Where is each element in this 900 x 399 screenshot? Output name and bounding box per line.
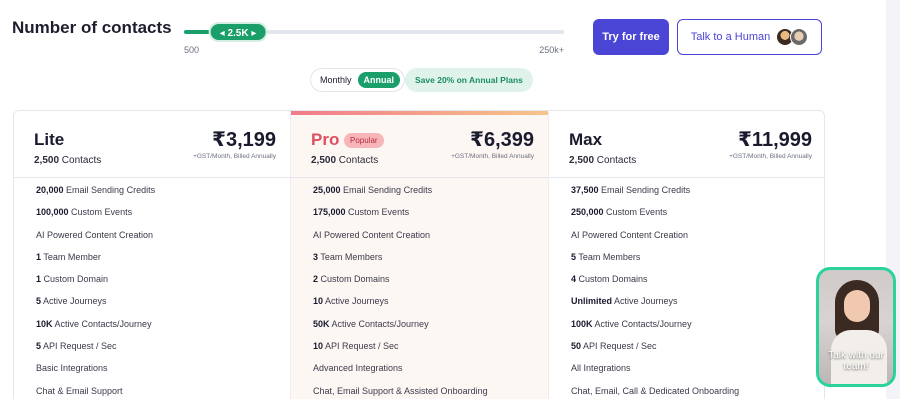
feature-item: 4 Custom Domains [571,274,648,285]
plan-price: ₹11,999 [738,129,812,151]
feature-item: 175,000 Custom Events [313,207,410,218]
feature-item: 20,000 Email Sending Credits [36,185,156,195]
feature-item: 10 Active Journeys [313,296,389,307]
plan-header: Max ₹11,999 2,500 Contacts +GST/Month, B… [549,111,824,178]
plan-name: Pro [311,130,340,149]
feature-item: Basic Integrations [36,363,108,374]
feature-list: 37,500 Email Sending Credits 250,000 Cust… [571,184,739,399]
feature-item: 3 Team Members [313,251,383,262]
feature-item: 10K Active Contacts/Journey [36,318,152,329]
video-label: Talk with our team! [828,350,884,372]
slider-min-label: 500 [184,45,200,55]
billing-toggle[interactable]: Monthly Annual [310,68,406,92]
feature-item: AI Powered Content Creation [36,229,154,240]
plan-price: ₹3,199 [212,129,276,151]
save-badge: Save 20% on Annual Plans [405,68,533,92]
feature-item: 1 Custom Domain [36,274,109,285]
plan-contacts: 2,500 Contacts [34,155,102,166]
feature-item: AI Powered Content Creation [571,229,689,240]
plan-name: Max [569,130,603,149]
pricing-page: Number of contacts ◂ 2.5K ▸ 500 250k+ Tr… [0,0,900,399]
feature-item: Advanced Integrations [313,363,403,374]
feature-item: 37,500 Email Sending Credits [571,185,691,195]
plan-card-lite: Lite ₹3,199 2,500 Contacts +GST/Month, B… [14,111,290,399]
chat-video-bubble[interactable]: Talk with our team! [816,267,896,387]
feature-item: 50K Active Contacts/Journey [313,318,429,329]
plans-container: Lite ₹3,199 2,500 Contacts +GST/Month, B… [13,110,825,399]
feature-list: 25,000 Email Sending Credits 175,000 Cust… [313,184,488,399]
plan-card-max: Max ₹11,999 2,500 Contacts +GST/Month, B… [549,111,824,399]
feature-item: Chat & Email Support [36,385,123,396]
plan-name: Lite [34,130,65,149]
feature-item: All Integrations [571,363,631,374]
feature-item: 1 Team Member [36,251,101,262]
plan-card-pro: Pro Popular ₹6,399 2,500 Contacts +GST/M… [290,111,549,399]
try-for-free-button[interactable]: Try for free [593,19,669,55]
feature-item: AI Powered Content Creation [313,229,431,240]
feature-item: 5 Team Members [571,251,641,262]
plan-contacts: 2,500 Contacts [569,155,637,166]
plan-header: Lite ₹3,199 2,500 Contacts +GST/Month, B… [14,111,290,178]
contacts-title: Number of contacts [12,18,172,37]
feature-item: 5 API Request / Sec [36,341,117,352]
feature-item: 25,000 Email Sending Credits [313,185,433,195]
annual-option[interactable]: Annual [357,72,401,88]
feature-item: Chat, Email Support & Assisted Onboardin… [313,385,488,396]
avatar [790,28,809,46]
feature-item: 5 Active Journeys [36,296,107,307]
talk-to-human-label: Talk to a Human [690,31,771,43]
feature-item: Unlimited Active Journeys [571,296,678,307]
feature-item: 2 Custom Domains [313,274,390,285]
feature-list: 20,000 Email Sending Credits 100,000 Cust… [36,184,155,399]
talk-to-human-button[interactable]: Talk to a Human [677,19,822,55]
popular-badge: Popular [344,133,384,148]
monthly-option[interactable]: Monthly [320,75,352,85]
team-avatars [776,28,809,46]
plan-price-note: +GST/Month, Billed Annually [193,153,276,160]
plan-price-note: +GST/Month, Billed Annually [729,153,812,160]
slider-max-label: 250k+ [539,45,564,55]
plan-contacts: 2,500 Contacts [311,155,379,166]
slider-thumb[interactable]: ◂ 2.5K ▸ [208,22,268,42]
presenter-face [844,290,870,322]
feature-item: 100K Active Contacts/Journey [571,318,692,329]
contacts-slider[interactable]: ◂ 2.5K ▸ 500 250k+ [184,22,564,55]
feature-item: 250,000 Custom Events [571,207,668,218]
feature-item: 100,000 Custom Events [36,207,133,218]
plan-price-note: +GST/Month, Billed Annually [451,153,534,160]
feature-item: 10 API Request / Sec [313,341,399,352]
plan-price: ₹6,399 [470,129,534,151]
plan-header: Pro Popular ₹6,399 2,500 Contacts +GST/M… [291,111,548,178]
feature-item: Chat, Email, Call & Dedicated Onboarding [571,385,740,396]
feature-item: 50 API Request / Sec [571,341,657,352]
